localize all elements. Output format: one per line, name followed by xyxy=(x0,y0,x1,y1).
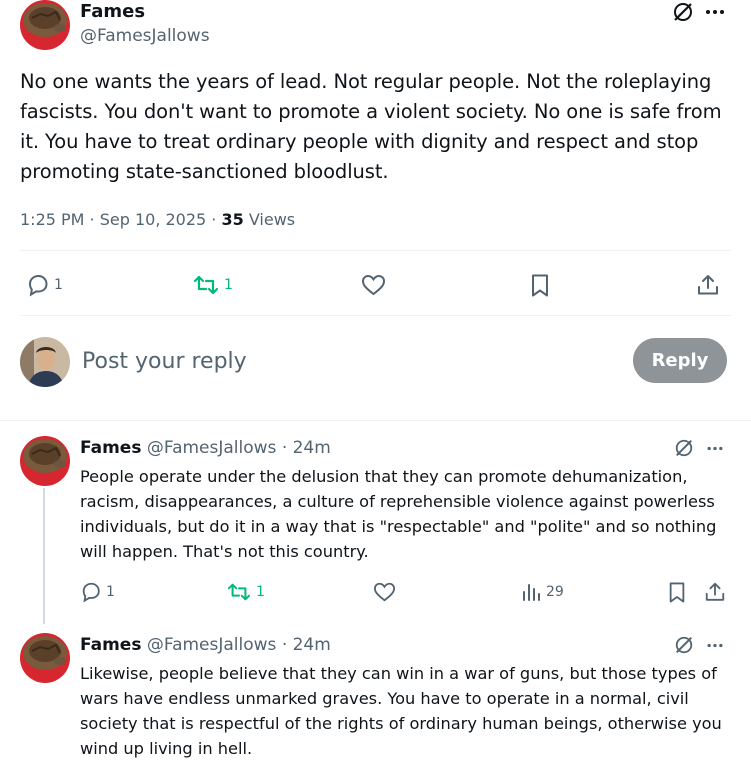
bookmark-icon xyxy=(669,582,685,603)
divider xyxy=(20,315,731,316)
repost-button[interactable]: 1 xyxy=(226,581,265,603)
views-count: 35 xyxy=(221,210,244,229)
divider xyxy=(20,250,731,251)
post-timestamp[interactable]: 1:25 PM · Sep 10, 2025 · xyxy=(20,210,221,229)
reply-author-handle[interactable]: @FamesJallows · 24m xyxy=(147,438,331,458)
post-meta: 1:25 PM · Sep 10, 2025 · 35 Views xyxy=(20,210,295,229)
reply-header: Fames @FamesJallows · 24m xyxy=(80,635,331,655)
repost-count: 1 xyxy=(256,584,265,600)
reply-header: Fames @FamesJallows · 24m xyxy=(80,438,331,458)
more-options-icon[interactable] xyxy=(706,643,724,648)
analytics-icon xyxy=(523,584,540,601)
grok-icon[interactable] xyxy=(674,635,694,655)
grok-icon[interactable] xyxy=(674,438,694,458)
share-button[interactable] xyxy=(696,273,720,301)
bookmark-button[interactable] xyxy=(529,273,551,302)
reply-count: 1 xyxy=(106,584,115,600)
reply-text: People operate under the delusion that t… xyxy=(80,467,717,561)
more-options-icon[interactable] xyxy=(706,446,724,451)
reply-icon xyxy=(28,274,48,297)
thread-line xyxy=(43,488,45,624)
share-button[interactable] xyxy=(704,581,726,607)
bookmark-button[interactable] xyxy=(667,581,687,608)
post-text: No one wants the years of lead. Not regu… xyxy=(20,70,722,183)
reply-input[interactable] xyxy=(82,342,612,380)
reply-submit-button[interactable]: Reply xyxy=(633,338,727,383)
reply-author-avatar[interactable] xyxy=(20,633,70,683)
reply-author-handle[interactable]: @FamesJallows · 24m xyxy=(147,635,331,655)
views-count: 29 xyxy=(546,584,564,600)
reply-icon xyxy=(82,582,100,603)
repost-button[interactable]: 1 xyxy=(192,273,233,297)
author-avatar[interactable] xyxy=(20,0,70,50)
reply-author-name[interactable]: Fames xyxy=(80,635,141,655)
reply-text: Likewise, people believe that they can w… xyxy=(80,664,722,758)
grok-icon[interactable] xyxy=(672,1,694,23)
reply-count: 1 xyxy=(54,277,63,293)
author-handle[interactable]: @FamesJallows xyxy=(80,26,210,46)
user-photo xyxy=(20,337,70,387)
bookmark-icon xyxy=(532,274,548,297)
turtle-avatar-image xyxy=(20,633,70,683)
more-options-icon[interactable] xyxy=(705,9,725,15)
like-button[interactable] xyxy=(361,273,386,301)
views-label: Views xyxy=(243,210,296,229)
share-icon xyxy=(705,582,725,601)
views-button[interactable]: 29 xyxy=(520,581,564,603)
share-icon xyxy=(698,275,718,295)
reply-submit-label: Reply xyxy=(651,350,709,371)
turtle-avatar-image xyxy=(20,0,70,50)
author-name[interactable]: Fames xyxy=(80,1,145,22)
repost-icon xyxy=(227,583,251,601)
heart-icon xyxy=(373,582,396,602)
repost-count: 1 xyxy=(224,277,233,293)
heart-icon xyxy=(361,274,386,296)
divider xyxy=(0,420,751,421)
turtle-avatar-image xyxy=(20,436,70,486)
repost-icon xyxy=(193,275,219,295)
reply-button[interactable]: 1 xyxy=(80,581,115,603)
reply-author-avatar[interactable] xyxy=(20,436,70,486)
reply-button[interactable]: 1 xyxy=(26,273,63,297)
user-avatar[interactable] xyxy=(20,337,70,387)
like-button[interactable] xyxy=(373,581,396,607)
reply-author-name[interactable]: Fames xyxy=(80,438,141,458)
